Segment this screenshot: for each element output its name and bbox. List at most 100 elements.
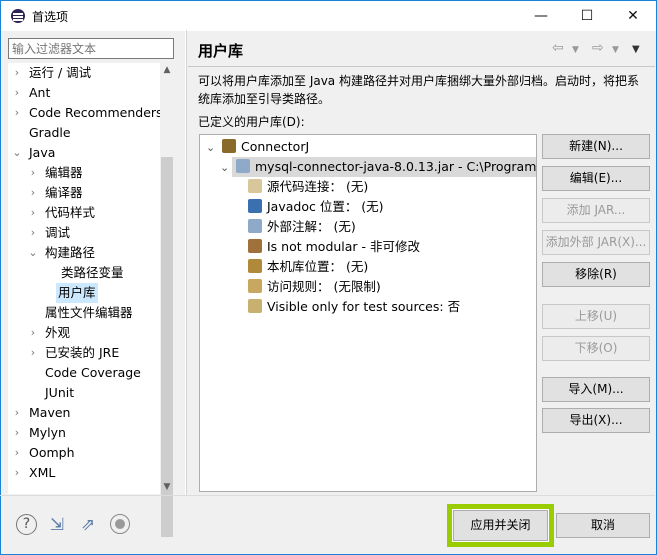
javadoc-icon	[248, 199, 262, 213]
chevron-right-icon[interactable]: ›	[28, 183, 38, 203]
export-icon[interactable]: ⇗	[77, 514, 99, 536]
chevron-down-icon[interactable]: ⌄	[28, 243, 38, 263]
library-action-button[interactable]: 添加外部 JAR(X)...	[542, 230, 650, 255]
tree-item-label: Mylyn	[29, 425, 66, 440]
tree-item-label: 属性文件编辑器	[45, 305, 133, 320]
library-label: 本机库位置： (无)	[267, 259, 369, 274]
library-property[interactable]: 源代码连接： (无)	[200, 177, 368, 197]
pane-divider[interactable]	[185, 30, 187, 495]
tree-item[interactable]: › XML	[8, 463, 56, 483]
eclipse-icon	[11, 9, 25, 23]
tree-item-label: 类路径变量	[61, 265, 124, 280]
tree-item-label: Ant	[29, 85, 51, 100]
chevron-right-icon[interactable]: ›	[28, 343, 38, 363]
library-action-button[interactable]: 新建(N)...	[542, 134, 650, 159]
tree-item[interactable]: › Maven	[8, 403, 71, 423]
scroll-up-icon[interactable]: ▲	[160, 65, 174, 75]
filter-input[interactable]	[8, 38, 174, 59]
scroll-thumb[interactable]	[161, 157, 173, 537]
library-action-button[interactable]: 导入(M)...	[542, 377, 650, 402]
chevron-right-icon[interactable]: ›	[12, 403, 22, 423]
user-libraries-tree[interactable]: ⌄ ConnectorJ ⌄ mysql-connector-java-8.0.13.…	[199, 134, 537, 492]
chevron-right-icon[interactable]: ›	[28, 203, 38, 223]
forward-menu-icon[interactable]: ▼	[612, 45, 619, 55]
minimize-button[interactable]: —	[518, 1, 564, 31]
tree-item[interactable]: 属性文件编辑器	[8, 303, 133, 323]
tree-item[interactable]: ⌄ Java	[8, 143, 55, 163]
tree-item[interactable]: › 编译器	[8, 183, 83, 203]
view-menu-icon[interactable]: ▼	[632, 44, 640, 55]
maximize-button[interactable]: ☐	[564, 1, 610, 31]
library-item[interactable]: ⌄ ConnectorJ	[200, 137, 309, 157]
tree-item-label: JUnit	[45, 385, 75, 400]
library-property[interactable]: Visible only for test sources: 否	[200, 297, 460, 317]
chevron-down-icon[interactable]: ⌄	[12, 143, 22, 163]
chevron-right-icon[interactable]: ›	[12, 103, 22, 123]
chevron-right-icon[interactable]: ›	[28, 323, 38, 343]
tree-item[interactable]: Code Coverage	[8, 363, 141, 383]
library-item[interactable]: ⌄ mysql-connector-java-8.0.13.jar - C:\Pr…	[220, 157, 536, 177]
library-label: Visible only for test sources: 否	[267, 299, 461, 314]
tree-item[interactable]: › Mylyn	[8, 423, 66, 443]
library-property[interactable]: 访问规则： (无限制)	[200, 277, 381, 297]
cancel-button[interactable]: 取消	[556, 513, 650, 538]
library-label: 源代码连接： (无)	[267, 179, 369, 194]
chevron-right-icon[interactable]: ›	[12, 63, 22, 83]
chevron-down-icon[interactable]: ⌄	[206, 138, 220, 158]
library-icon	[222, 139, 236, 153]
library-action-button[interactable]: 上移(U)	[542, 304, 650, 329]
close-button[interactable]: ✕	[610, 1, 656, 31]
help-icon[interactable]: ?	[16, 514, 37, 535]
back-menu-icon[interactable]: ▼	[572, 45, 579, 55]
chevron-down-icon[interactable]: ⌄	[220, 158, 234, 178]
tree-item[interactable]: › 编辑器	[8, 163, 83, 183]
tree-item[interactable]: › 已安装的 JRE	[8, 343, 119, 363]
tree-item[interactable]: JUnit	[8, 383, 74, 403]
test-sources-icon	[248, 299, 262, 313]
tree-item[interactable]: 类路径变量	[8, 263, 124, 283]
chevron-right-icon[interactable]: ›	[28, 163, 38, 183]
library-property[interactable]: 本机库位置： (无)	[200, 257, 368, 277]
chevron-right-icon[interactable]: ›	[12, 83, 22, 103]
tree-item-label: XML	[29, 465, 56, 480]
tree-item[interactable]: › 调试	[8, 223, 70, 243]
record-icon[interactable]	[110, 514, 130, 534]
tree-item[interactable]: › Ant	[8, 83, 51, 103]
chevron-right-icon[interactable]: ›	[12, 423, 22, 443]
forward-icon[interactable]: ⇨	[592, 40, 604, 56]
defined-libraries-label: 已定义的用户库(D):	[198, 115, 305, 129]
back-icon[interactable]: ⇦	[552, 40, 564, 56]
chevron-right-icon[interactable]: ›	[12, 463, 22, 483]
import-icon[interactable]: ⇲	[46, 514, 68, 536]
tree-item-label: Code Recommenders	[29, 105, 160, 120]
tree-item-label: Maven	[29, 405, 71, 420]
library-action-button[interactable]: 添加 JAR...	[542, 198, 650, 223]
annotations-icon	[248, 219, 262, 233]
tree-item[interactable]: › Code Recommenders	[8, 103, 160, 123]
tree-item[interactable]: ⌄ 构建路径	[8, 243, 95, 263]
tree-item[interactable]: 用户库	[56, 283, 98, 303]
tree-item[interactable]: › 运行 / 调试	[8, 63, 91, 83]
library-property[interactable]: Is not modular - 非可修改	[200, 237, 420, 257]
tree-item-label: Code Coverage	[45, 365, 141, 380]
library-action-button[interactable]: 移除(R)	[542, 262, 650, 287]
tree-scrollbar[interactable]: ▲ ▼	[160, 63, 174, 537]
window-title: 首选项	[32, 10, 69, 24]
tree-item[interactable]: › 外观	[8, 323, 70, 343]
header-separator	[188, 66, 655, 67]
apply-and-close-button[interactable]: 应用并关闭	[452, 509, 549, 542]
page-title: 用户库	[198, 42, 244, 60]
scroll-down-icon[interactable]: ▼	[160, 482, 174, 492]
library-action-button[interactable]: 导出(X)...	[542, 408, 650, 433]
library-property[interactable]: 外部注解： (无)	[200, 217, 356, 237]
module-icon	[248, 239, 262, 253]
tree-item[interactable]: Gradle	[8, 123, 71, 143]
library-action-button[interactable]: 下移(O)	[542, 336, 650, 361]
library-property[interactable]: Javadoc 位置： (无)	[200, 197, 384, 217]
tree-item[interactable]: › Oomph	[8, 443, 75, 463]
chevron-right-icon[interactable]: ›	[12, 443, 22, 463]
tree-item[interactable]: › 代码样式	[8, 203, 95, 223]
chevron-right-icon[interactable]: ›	[28, 223, 38, 243]
tree-item-label: Java	[29, 145, 56, 160]
library-action-button[interactable]: 编辑(E)...	[542, 166, 650, 191]
